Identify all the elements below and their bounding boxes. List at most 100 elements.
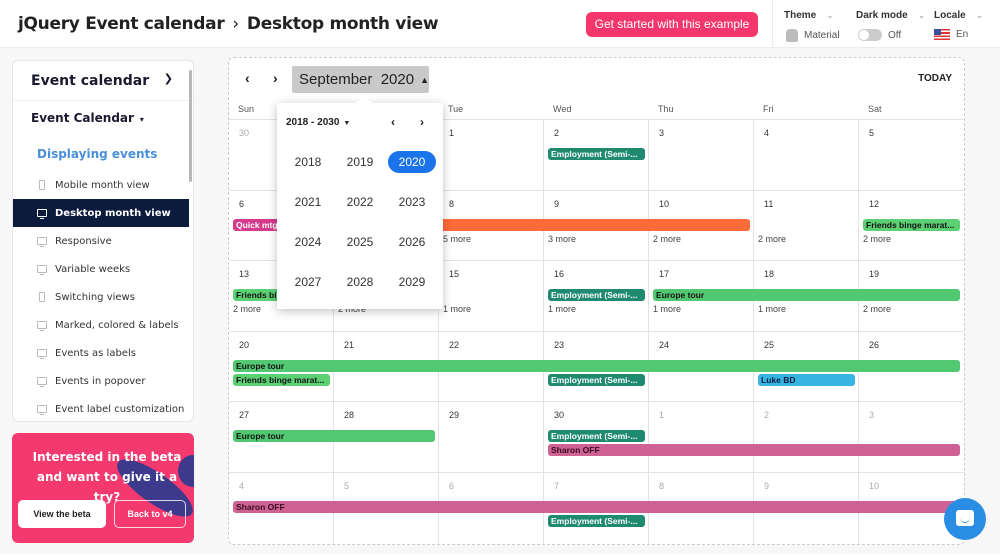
prev-month-button[interactable]: ‹ — [245, 70, 250, 86]
sidebar-item[interactable]: Event label customization — [13, 395, 189, 421]
event-label[interactable]: Europe tour — [233, 359, 960, 372]
day-cell[interactable]: 1 — [649, 402, 754, 473]
sidebar-item[interactable]: Responsive — [13, 227, 189, 255]
theme-value[interactable]: Material — [786, 29, 840, 42]
day-cell[interactable]: 29 — [439, 402, 544, 473]
year-option[interactable]: 2025 — [336, 231, 384, 253]
sidebar-title[interactable]: Event calendar ❯ — [13, 61, 193, 101]
day-number: 15 — [449, 269, 460, 280]
day-cell[interactable]: 15 1 more — [439, 261, 544, 332]
year-option[interactable]: 2018 — [284, 151, 332, 173]
more-events-link[interactable]: 5 more — [443, 234, 471, 244]
year-picker-popup: 2018 - 2030 ▼ ‹ › 2018 2019 2020 2021 2022 202… — [277, 95, 443, 309]
event-label[interactable]: Employment (Semi-... — [548, 430, 645, 443]
desktop-icon — [37, 377, 47, 387]
event-label[interactable]: Luke BD — [758, 373, 855, 386]
day-number: 29 — [449, 410, 460, 421]
sidebar-item[interactable]: Desktop month view — [13, 199, 189, 227]
get-started-button[interactable]: Get started with this example — [586, 12, 758, 37]
year-option[interactable]: 2024 — [284, 231, 332, 253]
sidebar-scrollbar[interactable] — [189, 70, 192, 182]
year-option[interactable]: 2027 — [284, 271, 332, 293]
more-events-link[interactable]: 2 more — [653, 234, 681, 244]
sidebar-item[interactable]: Variable weeks — [13, 255, 189, 283]
day-cell[interactable]: 3 — [859, 402, 964, 473]
year-option[interactable]: 2028 — [336, 271, 384, 293]
phone-icon — [39, 180, 45, 190]
sidebar-item-label: Marked, colored & labels — [55, 319, 179, 331]
sidebar-item[interactable]: Events in popover — [13, 367, 189, 395]
month-year-picker-button[interactable]: September 2020 ▲ — [292, 66, 429, 93]
more-events-link[interactable]: 2 more — [233, 304, 261, 314]
day-cell[interactable]: 4 — [754, 120, 859, 191]
day-number: 22 — [449, 339, 460, 350]
day-number: 28 — [344, 410, 355, 421]
event-label[interactable]: Employment (Semi-... — [548, 515, 645, 527]
weekday-label: Fri — [763, 104, 774, 114]
event-label[interactable]: Friends binge marat... — [863, 218, 960, 231]
chat-button[interactable] — [944, 498, 986, 540]
theme-dropdown[interactable]: Theme ⌄ — [784, 10, 834, 21]
event-label[interactable]: Europe tour — [233, 430, 435, 443]
year-option[interactable]: 2022 — [336, 191, 384, 213]
sidebar-item[interactable]: Marked, colored & labels — [13, 311, 189, 339]
more-events-link[interactable]: 1 more — [548, 304, 576, 314]
day-cell[interactable]: 5 — [859, 120, 964, 191]
day-cell[interactable]: 1 — [439, 120, 544, 191]
dark-mode-toggle[interactable]: Off — [858, 29, 901, 41]
breadcrumb-parent[interactable]: jQuery Event calendar — [18, 14, 225, 34]
toggle-switch[interactable] — [858, 29, 882, 41]
more-events-link[interactable]: 2 more — [863, 304, 891, 314]
sidebar-section[interactable]: Event Calendar ▾ — [13, 101, 193, 139]
event-label[interactable]: Employment (Semi-... — [548, 289, 645, 302]
view-beta-button[interactable]: View the beta — [18, 500, 106, 528]
year-range-dropdown[interactable]: 2018 - 2030 ▼ — [286, 117, 350, 128]
sidebar-item[interactable]: Events as labels — [13, 339, 189, 367]
year-option[interactable]: 2020 — [388, 151, 436, 173]
theme-label: Theme — [784, 10, 817, 21]
day-number: 1 — [449, 128, 455, 138]
day-cell[interactable]: 11 2 more — [754, 190, 859, 262]
year-option[interactable]: 2026 — [388, 231, 436, 253]
day-number: 6 — [449, 481, 455, 491]
day-number: 6 — [239, 198, 245, 209]
year-option[interactable]: 2029 — [388, 271, 436, 293]
day-cell[interactable]: 2 — [754, 402, 859, 473]
chevron-down-icon: ⌄ — [975, 10, 984, 20]
more-events-link[interactable]: 3 more — [548, 234, 576, 244]
event-label[interactable]: Friends binge marat... — [233, 373, 330, 386]
sidebar-item-label: Event label customization — [55, 403, 185, 415]
today-button[interactable]: TODAY — [918, 73, 952, 84]
sidebar-item[interactable]: Switching views — [13, 283, 189, 311]
sidebar-section-text: Event Calendar — [31, 111, 134, 125]
desktop-icon — [37, 405, 47, 415]
day-number: 11 — [764, 198, 774, 209]
dark-mode-dropdown[interactable]: Dark mode ⌄ — [856, 10, 925, 21]
locale-value[interactable]: En — [934, 29, 968, 40]
year-option[interactable]: 2019 — [336, 151, 384, 173]
next-month-button[interactable]: › — [273, 70, 278, 86]
event-label[interactable]: Employment (Semi-... — [548, 148, 645, 160]
more-events-link[interactable]: 1 more — [758, 304, 786, 314]
desktop-icon — [37, 237, 47, 247]
event-label[interactable]: Employment (Semi-... — [548, 373, 645, 386]
back-to-v4-button[interactable]: Back to v4 — [114, 500, 186, 528]
event-label[interactable]: Sharon OFF — [233, 501, 960, 513]
event-label[interactable]: Europe tour — [653, 289, 960, 302]
year-option[interactable]: 2021 — [284, 191, 332, 213]
day-number: 23 — [554, 339, 565, 350]
day-number: 17 — [659, 269, 670, 280]
day-number: 9 — [764, 481, 770, 491]
sidebar-item[interactable]: Mobile month view — [13, 171, 189, 199]
event-label[interactable]: Sharon OFF — [548, 444, 960, 457]
day-number: 4 — [764, 128, 770, 138]
more-events-link[interactable]: 1 more — [653, 304, 681, 314]
more-events-link[interactable]: 1 more — [443, 304, 471, 314]
day-cell[interactable]: 3 — [649, 120, 754, 191]
year-option[interactable]: 2023 — [388, 191, 436, 213]
more-events-link[interactable]: 2 more — [758, 234, 786, 244]
locale-dropdown[interactable]: Locale ⌄ — [934, 10, 983, 21]
next-range-button[interactable]: › — [420, 115, 424, 129]
more-events-link[interactable]: 2 more — [863, 234, 891, 244]
prev-range-button[interactable]: ‹ — [391, 115, 395, 129]
